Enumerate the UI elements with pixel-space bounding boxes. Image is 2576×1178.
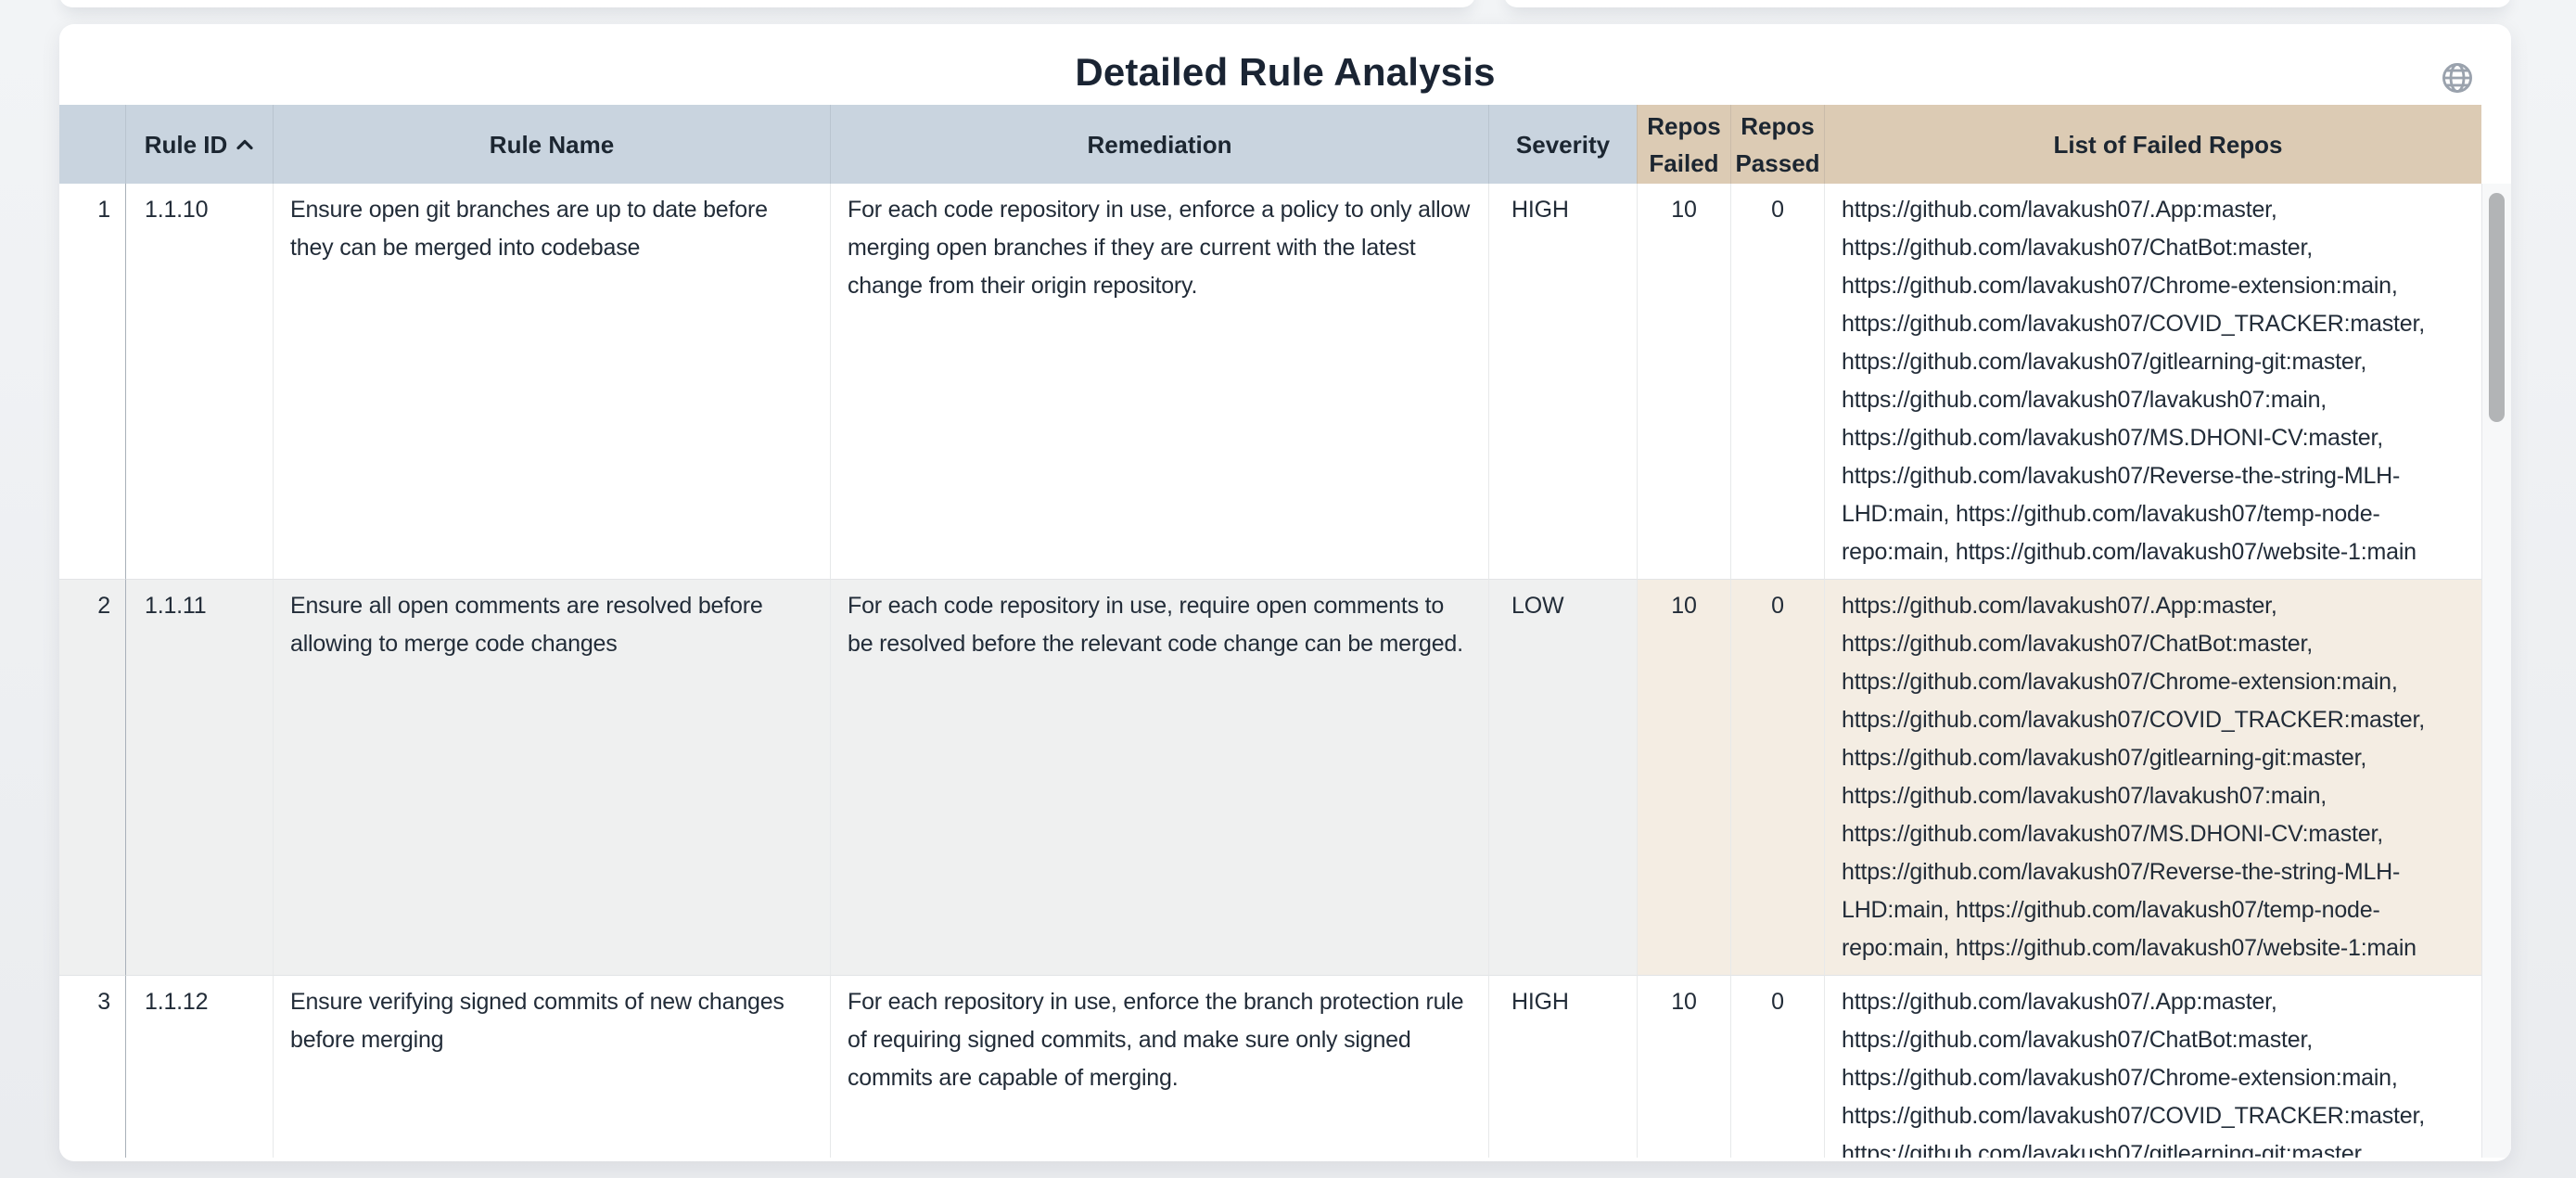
table-scrollbar-thumb[interactable]: [2489, 193, 2505, 422]
header-repos-passed[interactable]: Repos Passed: [1730, 105, 1824, 184]
rule-name-cell: Ensure verifying signed commits of new c…: [273, 975, 830, 1158]
repos-passed-cell: 0: [1730, 975, 1824, 1158]
table-header-row: Rule ID Rule Name Remediation Severity R…: [59, 105, 2511, 184]
failed-repos-cell: https://github.com/lavakush07/.App:maste…: [1824, 579, 2511, 975]
row-index: 2: [59, 579, 125, 975]
table-row-3: 3 1.1.12 Ensure verifying signed commits…: [59, 975, 2511, 1158]
header-failed-repos[interactable]: List of Failed Repos: [1824, 105, 2511, 184]
remediation-cell: For each repository in use, enforce the …: [830, 975, 1488, 1158]
rule-name-cell: Ensure open git branches are up to date …: [273, 184, 830, 579]
rule-id-cell: 1.1.11: [125, 579, 273, 975]
table-row-2: 2 1.1.11 Ensure all open comments are re…: [59, 579, 2511, 975]
rule-analysis-table: Rule ID Rule Name Remediation Severity R…: [59, 105, 2511, 1158]
partial-card-above-left: [59, 0, 1475, 7]
chevron-up-icon: [236, 138, 254, 151]
repos-failed-cell: 10: [1637, 184, 1730, 579]
severity-cell: HIGH: [1488, 184, 1637, 579]
failed-repos-cell: https://github.com/lavakush07/.App:maste…: [1824, 184, 2511, 579]
table-body: 1 1.1.10 Ensure open git branches are up…: [59, 184, 2511, 1158]
failed-repos-cell: https://github.com/lavakush07/.App:maste…: [1824, 975, 2511, 1158]
header-rule-name[interactable]: Rule Name: [273, 105, 830, 184]
repos-failed-cell: 10: [1637, 579, 1730, 975]
header-repos-failed[interactable]: Repos Failed: [1637, 105, 1730, 184]
header-rule-id[interactable]: Rule ID: [125, 105, 273, 184]
globe-icon[interactable]: [2439, 59, 2476, 96]
detailed-rule-analysis-card: Detailed Rule Analysis Rule ID Rule Name: [59, 24, 2511, 1161]
repos-passed-cell: 0: [1730, 184, 1824, 579]
header-index: [59, 105, 125, 184]
rule-id-cell: 1.1.12: [125, 975, 273, 1158]
header-severity[interactable]: Severity: [1488, 105, 1637, 184]
table-row-1: 1 1.1.10 Ensure open git branches are up…: [59, 184, 2511, 579]
severity-cell: LOW: [1488, 579, 1637, 975]
page-title: Detailed Rule Analysis: [59, 50, 2511, 95]
remediation-cell: For each code repository in use, enforce…: [830, 184, 1488, 579]
partial-card-above-right: [1504, 0, 2511, 7]
repos-failed-cell: 10: [1637, 975, 1730, 1158]
row-index: 1: [59, 184, 125, 579]
rule-name-cell: Ensure all open comments are resolved be…: [273, 579, 830, 975]
rule-id-cell: 1.1.10: [125, 184, 273, 579]
table-scrollbar-track[interactable]: [2481, 184, 2511, 1158]
repos-passed-cell: 0: [1730, 579, 1824, 975]
scrollbar-header-filler: [2481, 105, 2511, 184]
remediation-cell: For each code repository in use, require…: [830, 579, 1488, 975]
severity-cell: HIGH: [1488, 975, 1637, 1158]
header-remediation[interactable]: Remediation: [830, 105, 1488, 184]
row-index: 3: [59, 975, 125, 1158]
